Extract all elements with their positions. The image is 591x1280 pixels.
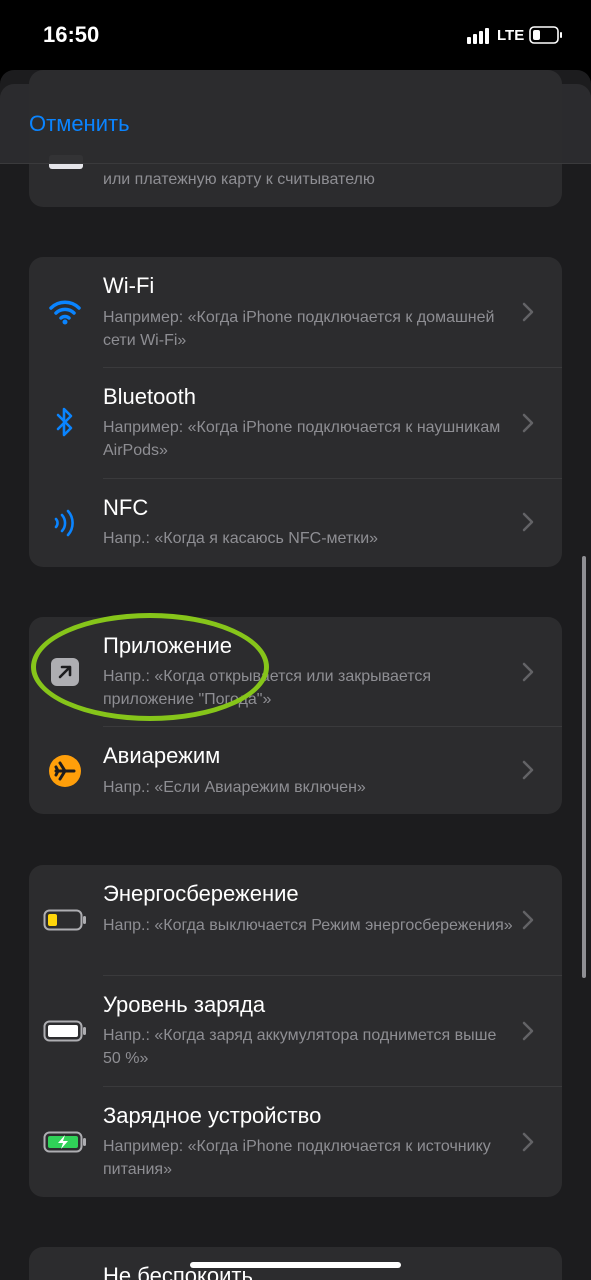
status-time: 16:50 xyxy=(43,22,100,47)
row-subtitle: или платежную карту к считывателю xyxy=(103,171,375,188)
low-power-battery-icon xyxy=(43,902,87,938)
row-title: NFC xyxy=(103,495,149,520)
chevron-right-icon xyxy=(522,910,534,930)
automation-trigger-sheet: или платежную карту к считывателю Wi-Fi … xyxy=(0,70,591,1280)
app-group: Приложение Напр.: «Когда открывается или… xyxy=(29,617,562,814)
trigger-row-bluetooth[interactable]: Bluetooth Например: «Когда iPhone подклю… xyxy=(29,368,562,479)
scroll-indicator[interactable] xyxy=(582,556,586,978)
cancel-button[interactable]: Отменить xyxy=(29,111,130,137)
row-subtitle: Напр.: «Когда я касаюсь NFC-метки» xyxy=(103,530,379,547)
network-type: LTE xyxy=(497,27,525,44)
cellular-signal-icon xyxy=(467,28,489,44)
row-subtitle: Например: «Когда iPhone подключается к н… xyxy=(103,419,501,459)
trigger-row-charger[interactable]: Зарядное устройство Например: «Когда iPh… xyxy=(29,1087,562,1197)
row-title: Wi-Fi xyxy=(103,273,155,298)
row-title: Энергосбережение xyxy=(103,881,299,906)
trigger-row-battery-level[interactable]: Уровень заряда Напр.: «Когда заряд аккум… xyxy=(29,976,562,1087)
row-subtitle: Например: «Когда iPhone подключается к и… xyxy=(103,1138,491,1178)
row-subtitle: Напр.: «Когда заряд аккумулятора подниме… xyxy=(103,1027,497,1067)
trigger-row-app[interactable]: Приложение Напр.: «Когда открывается или… xyxy=(29,617,562,727)
chevron-right-icon xyxy=(522,512,534,532)
row-title: Авиарежим xyxy=(103,743,221,768)
bluetooth-icon xyxy=(47,404,83,440)
nav-bar: Отменить xyxy=(0,84,591,164)
home-indicator[interactable] xyxy=(190,1262,401,1268)
chevron-right-icon xyxy=(522,662,534,682)
power-group: Энергосбережение Напр.: «Когда выключает… xyxy=(29,865,562,1197)
row-title: Bluetooth xyxy=(103,384,196,409)
wifi-icon xyxy=(47,294,83,330)
trigger-row-wifi[interactable]: Wi-Fi Например: «Когда iPhone подключает… xyxy=(29,257,562,368)
chevron-right-icon xyxy=(522,302,534,322)
row-title: Приложение xyxy=(103,633,233,658)
chevron-right-icon xyxy=(522,760,534,780)
status-bar: 16:50 LTE xyxy=(0,0,591,70)
charging-battery-icon xyxy=(43,1124,87,1160)
row-subtitle: Напр.: «Когда выключается Режим энергосб… xyxy=(103,917,513,934)
row-title: Зарядное устройство xyxy=(103,1103,322,1128)
app-arrow-icon xyxy=(47,654,83,690)
airplane-icon xyxy=(47,753,83,789)
trigger-row-low-power[interactable]: Энергосбережение Напр.: «Когда выключает… xyxy=(29,865,562,976)
nfc-icon xyxy=(47,505,83,541)
row-subtitle: Например: «Когда iPhone подключается к д… xyxy=(103,309,495,349)
row-subtitle: Напр.: «Если Авиарежим включен» xyxy=(103,779,366,796)
battery-status-icon xyxy=(529,26,562,44)
chevron-right-icon xyxy=(522,1021,534,1041)
connectivity-group: Wi-Fi Например: «Когда iPhone подключает… xyxy=(29,257,562,567)
row-title: Уровень заряда xyxy=(103,992,266,1017)
chevron-right-icon xyxy=(522,413,534,433)
trigger-row-airplane[interactable]: Авиарежим Напр.: «Если Авиарежим включен… xyxy=(29,727,562,814)
trigger-row-nfc[interactable]: NFC Напр.: «Когда я касаюсь NFC-метки» xyxy=(29,479,562,567)
battery-level-icon xyxy=(43,1013,87,1049)
row-subtitle: Напр.: «Когда открывается или закрываетс… xyxy=(103,668,432,708)
chevron-right-icon xyxy=(522,1132,534,1152)
